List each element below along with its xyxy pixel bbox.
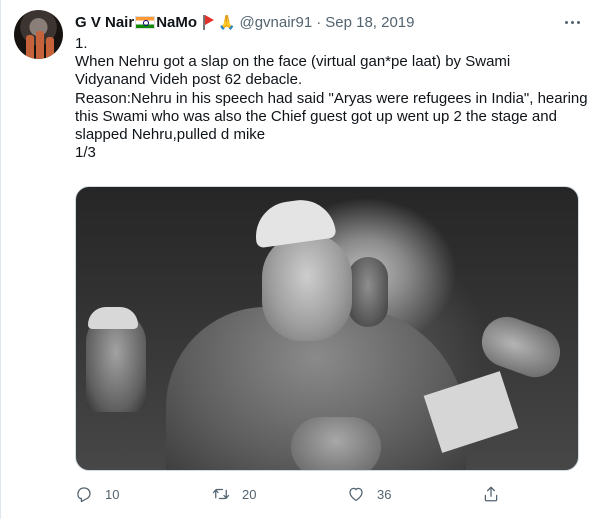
folded-hands-icon: 🙏	[218, 13, 236, 30]
share-icon	[484, 486, 498, 502]
reply-count: 10	[105, 486, 120, 502]
author-name[interactable]: G V Nair	[75, 14, 134, 31]
tweet-line: 1/3	[75, 144, 96, 162]
photo-hand	[474, 309, 568, 385]
tweet-line: slapped Nehru,pulled d mike	[75, 126, 266, 144]
avatar-figure	[36, 31, 44, 59]
tweet[interactable]: G V Nair NaMo 🙏 @gvnair91 · Sep 18, 2019…	[0, 0, 601, 519]
tweet-line: Vidyanand Videh post 62 debacle.	[75, 71, 303, 89]
heart-icon	[349, 487, 363, 502]
red-flag-icon	[201, 14, 215, 30]
tweet-header: G V Nair NaMo 🙏 @gvnair91 · Sep 18, 2019	[75, 12, 415, 32]
tweet-line: 1.	[75, 35, 88, 52]
tweet-line: Reason:Nehru in his speech had said "Ary…	[75, 89, 588, 107]
like-count: 36	[377, 486, 392, 502]
tweet-actions: 10 20 36	[75, 484, 515, 504]
author-handle[interactable]: @gvnair91	[239, 14, 312, 31]
reply-icon	[77, 487, 91, 503]
tweet-line: When Nehru got a slap on the face (virtu…	[75, 53, 511, 71]
tweet-date[interactable]: Sep 18, 2019	[325, 14, 414, 31]
retweet-button[interactable]: 20	[212, 484, 256, 504]
tweet-line: this Swami who was also the Chief guest …	[75, 107, 557, 125]
avatar[interactable]	[14, 10, 63, 59]
photo-figure-right	[348, 257, 388, 327]
india-flag-icon	[135, 15, 156, 29]
timeline-border	[0, 0, 1, 519]
retweet-count: 20	[242, 486, 257, 502]
photo-hand-low	[291, 417, 381, 470]
retweet-icon	[212, 488, 230, 500]
photo-cap-left	[88, 307, 138, 329]
separator-dot: ·	[316, 13, 322, 31]
author-name-suffix[interactable]: NaMo	[156, 14, 197, 31]
tweet-text: 1. When Nehru got a slap on the face (vi…	[75, 35, 590, 162]
reply-button[interactable]: 10	[75, 484, 119, 504]
avatar-figure	[26, 35, 34, 59]
share-button[interactable]	[482, 484, 500, 504]
more-icon[interactable]	[560, 13, 584, 31]
avatar-figure	[46, 37, 54, 59]
like-button[interactable]: 36	[347, 484, 391, 504]
tweet-photo[interactable]	[75, 186, 579, 471]
photo-face	[262, 233, 352, 341]
